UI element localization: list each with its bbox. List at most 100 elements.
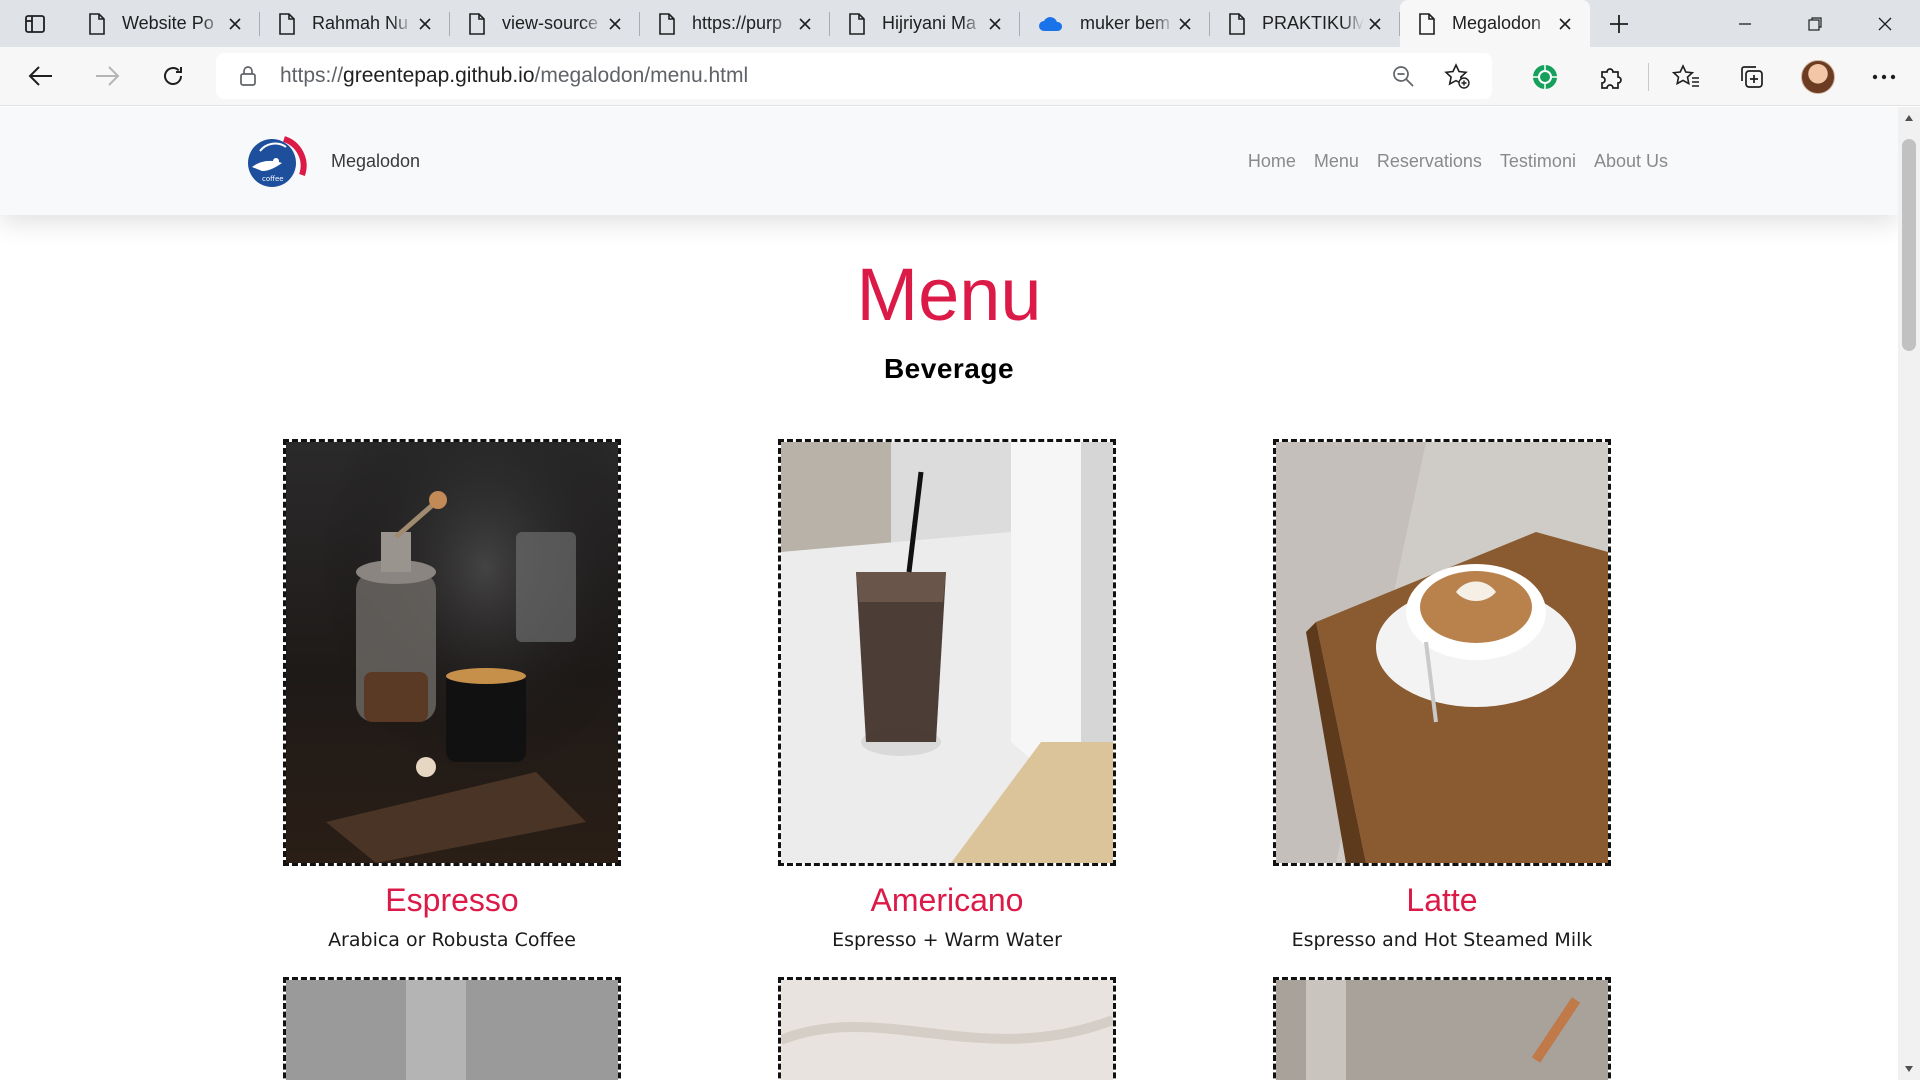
brand-name[interactable]: Megalodon bbox=[331, 151, 420, 172]
caret-down-icon bbox=[1905, 1066, 1913, 1072]
espresso-photo bbox=[283, 439, 621, 866]
page-icon bbox=[849, 12, 865, 35]
url-prefix: https:// bbox=[280, 64, 344, 87]
close-icon[interactable] bbox=[1174, 13, 1196, 35]
item-description: Arabica or Robusta Coffee bbox=[328, 929, 576, 951]
close-icon[interactable] bbox=[1364, 13, 1386, 35]
page-viewport: coffee Megalodon Home Menu Reservations … bbox=[0, 107, 1898, 1080]
lock-icon[interactable] bbox=[216, 65, 280, 87]
zoom-out-button[interactable] bbox=[1380, 53, 1426, 99]
tab-title: Rahmah Nu bbox=[312, 13, 409, 33]
item-description: Espresso + Warm Water bbox=[832, 929, 1062, 951]
minimize-icon bbox=[1739, 22, 1751, 25]
americano-photo bbox=[778, 439, 1116, 866]
page-scrollbar[interactable] bbox=[1898, 107, 1920, 1080]
nav-testimoni[interactable]: Testimoni bbox=[1500, 151, 1576, 172]
star-add-icon bbox=[1444, 63, 1470, 89]
menu-card-photo-row2-1 bbox=[283, 977, 621, 1080]
item-description: Espresso and Hot Steamed Milk bbox=[1291, 929, 1593, 951]
close-icon[interactable] bbox=[604, 13, 626, 35]
close-window-button[interactable] bbox=[1850, 0, 1920, 47]
tab-megalodon-active[interactable]: Megalodon bbox=[1400, 0, 1590, 47]
extension-grammar-button[interactable] bbox=[1512, 47, 1578, 106]
scroll-down-button[interactable] bbox=[1898, 1058, 1920, 1080]
tab-rahmah[interactable]: Rahmah Nu bbox=[260, 0, 450, 47]
tab-title: https://purp bbox=[692, 13, 783, 33]
scroll-up-button[interactable] bbox=[1898, 107, 1920, 129]
url-host: greentepap.github.io bbox=[343, 64, 535, 87]
tab-praktikum[interactable]: PRAKTIKUM bbox=[1210, 0, 1400, 47]
tab-actions-icon bbox=[25, 14, 45, 33]
url-path: /megalodon/menu.html bbox=[534, 64, 749, 87]
logo-subtext: coffee bbox=[262, 175, 284, 183]
tab-actions-button[interactable] bbox=[0, 0, 70, 47]
refresh-button[interactable] bbox=[140, 47, 206, 106]
close-icon[interactable] bbox=[1554, 13, 1576, 35]
page-icon bbox=[1419, 12, 1435, 35]
tab-title: muker bem bbox=[1080, 13, 1171, 33]
settings-more-button[interactable] bbox=[1851, 47, 1917, 106]
latte-photo bbox=[1273, 439, 1611, 866]
close-icon[interactable] bbox=[794, 13, 816, 35]
scroll-thumb[interactable] bbox=[1902, 139, 1916, 351]
tab-muker-bem[interactable]: muker bem bbox=[1020, 0, 1210, 47]
back-button[interactable] bbox=[8, 47, 74, 106]
back-arrow-icon bbox=[28, 66, 52, 86]
favorites-button[interactable] bbox=[1653, 47, 1719, 106]
nav-home[interactable]: Home bbox=[1248, 151, 1296, 172]
section-title: Beverage bbox=[883, 353, 1015, 384]
menu-card-photo-row2-2 bbox=[778, 977, 1116, 1080]
close-icon bbox=[1878, 17, 1892, 30]
tab-title: view-source bbox=[502, 13, 599, 33]
tab-hijriyani[interactable]: Hijriyani Ma bbox=[830, 0, 1020, 47]
collections-icon bbox=[1741, 65, 1763, 88]
menu-card-latte: Latte Espresso and Hot Steamed Milk bbox=[1273, 439, 1611, 951]
nav-reservations[interactable]: Reservations bbox=[1377, 151, 1482, 172]
window-controls bbox=[1710, 0, 1920, 47]
nav-about-us[interactable]: About Us bbox=[1594, 151, 1668, 172]
restore-button[interactable] bbox=[1780, 0, 1850, 47]
more-icon bbox=[1872, 74, 1896, 79]
avatar bbox=[1801, 59, 1835, 94]
add-favorite-button[interactable] bbox=[1434, 53, 1480, 99]
menu-card-photo-row2-3 bbox=[1273, 977, 1611, 1080]
tab-website-po[interactable]: Website Po bbox=[70, 0, 260, 47]
tab-title: Megalodon bbox=[1452, 13, 1542, 33]
tab-https-purp[interactable]: https://purp bbox=[640, 0, 830, 47]
onedrive-icon bbox=[1039, 16, 1063, 31]
close-icon[interactable] bbox=[224, 13, 246, 35]
page-title: Menu bbox=[856, 253, 1042, 336]
caret-up-icon bbox=[1905, 115, 1913, 121]
menu-card-espresso: Espresso Arabica or Robusta Coffee bbox=[283, 439, 621, 951]
page-icon bbox=[659, 12, 675, 35]
page-icon bbox=[279, 12, 295, 35]
forward-arrow-icon bbox=[96, 66, 120, 86]
minimize-button[interactable] bbox=[1710, 0, 1780, 47]
tab-title: Hijriyani Ma bbox=[882, 13, 977, 33]
megalodon-logo[interactable]: coffee bbox=[240, 131, 310, 191]
profile-button[interactable] bbox=[1785, 47, 1851, 106]
browser-toolbar: https://greentepap.github.io/megalodon/m… bbox=[0, 47, 1920, 106]
close-icon[interactable] bbox=[984, 13, 1006, 35]
url-text[interactable]: https://greentepap.github.io/megalodon/m… bbox=[280, 64, 748, 88]
tab-title: Website Po bbox=[122, 13, 214, 33]
new-tab-button[interactable] bbox=[1590, 0, 1648, 47]
item-name: Latte bbox=[1406, 882, 1478, 918]
restore-icon bbox=[1808, 16, 1822, 31]
collections-button[interactable] bbox=[1719, 47, 1785, 106]
favorites-icon bbox=[1672, 63, 1699, 87]
menu-card-americano: Americano Espresso + Warm Water bbox=[778, 439, 1116, 951]
address-bar[interactable]: https://greentepap.github.io/megalodon/m… bbox=[216, 53, 1492, 99]
item-name: Americano bbox=[870, 882, 1024, 918]
toolbar-separator bbox=[1648, 62, 1649, 91]
refresh-icon bbox=[164, 67, 182, 85]
tab-view-source[interactable]: view-source bbox=[450, 0, 640, 47]
close-icon[interactable] bbox=[414, 13, 436, 35]
tab-strip: Website Po Rahmah Nu view-source https:/… bbox=[0, 0, 1920, 47]
nav-menu[interactable]: Menu bbox=[1314, 151, 1359, 172]
page-icon bbox=[1229, 12, 1245, 35]
page-icon bbox=[89, 12, 105, 35]
extensions-button[interactable] bbox=[1578, 47, 1644, 106]
zoom-out-icon bbox=[1393, 66, 1414, 87]
forward-button[interactable] bbox=[74, 47, 140, 106]
